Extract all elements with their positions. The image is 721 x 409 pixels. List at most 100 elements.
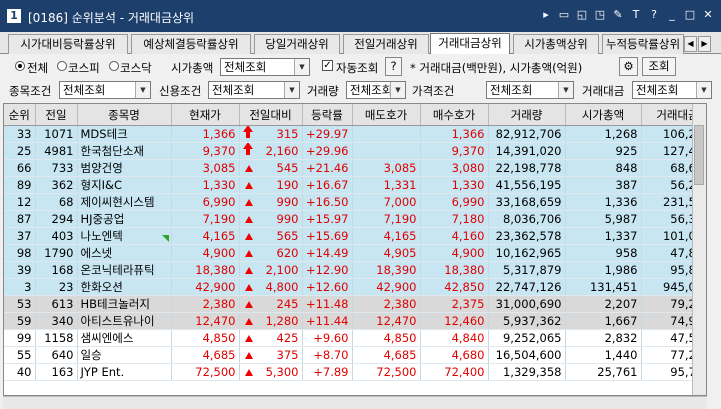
flag-marker <box>162 235 169 242</box>
title-bar: 1 [0186] 순위분석 - 거래대금상위 ▸ ▭ ◱ ◳ ✎ T? _ □ ✕ <box>0 0 721 32</box>
copy-icon[interactable]: ◱ <box>575 8 589 22</box>
change-value: 4,800 <box>265 280 299 294</box>
radio-all[interactable] <box>15 61 25 71</box>
table-row[interactable]: 59 340 아티스트유나이 12,470 1,280 +11.44 12,470 12,46… <box>4 312 706 330</box>
vertical-scrollbar[interactable] <box>692 104 706 395</box>
item-cond-label: 종목조건 <box>9 84 52 98</box>
table-row[interactable]: 37 403 나노엔텍 4,165 565 +15.69 4,165 4,160 23,362,… <box>4 227 706 245</box>
change-value: 190 <box>276 178 299 192</box>
item-cond-select[interactable]: 전체조회 ▼ <box>59 81 151 99</box>
table-row[interactable]: 87 294 HJ중공업 7,190 990 +15.97 7,190 7,180 8,036,… <box>4 210 706 228</box>
table-row[interactable]: 98 1790 에스넷 4,900 620 +14.49 4,905 4,900 10,162,… <box>4 244 706 262</box>
cell-volume: 1,329,358 <box>488 363 566 381</box>
radio-kospi[interactable] <box>57 61 67 71</box>
column-header[interactable]: 등락률 <box>302 104 353 126</box>
tab-1[interactable]: 예상체결등락률상위 <box>131 34 251 54</box>
cell-volume: 23,362,578 <box>488 227 566 245</box>
arrow-icon[interactable]: ▸ <box>539 8 553 22</box>
tab-2[interactable]: 당일거래상위 <box>254 34 340 54</box>
close-icon[interactable]: ✕ <box>701 8 715 22</box>
cell-name: 나노엔텍 <box>77 227 172 245</box>
cell-prev: 613 <box>35 295 78 313</box>
market-cap-label: 시가총액 <box>171 61 214 75</box>
cell-value: 18,380 <box>444 263 485 277</box>
horizontal-scrollbar[interactable] <box>3 396 707 409</box>
cell-rank: 66 <box>4 159 36 177</box>
help-button[interactable]: ? <box>385 57 402 76</box>
cell-change: 4,800 <box>239 278 303 296</box>
tab-next-icon[interactable]: ▶ <box>698 36 711 52</box>
column-header[interactable]: 매도호가 <box>352 104 421 126</box>
column-header[interactable]: 거래량 <box>488 104 566 126</box>
cell-value: 733 <box>51 161 74 175</box>
table-row[interactable]: 39 168 온코닉테라퓨틱 18,380 2,100 +12.90 18,390 18,38… <box>4 261 706 279</box>
table-row[interactable]: 40 163 JYP Ent. 72,500 5,300 +7.89 72,500 72,40… <box>4 363 706 381</box>
tab-prev-icon[interactable]: ◀ <box>684 36 697 52</box>
cell-price: 6,990 <box>171 193 240 211</box>
scroll-thumb[interactable] <box>694 125 704 185</box>
cell-value: +14.49 <box>305 246 349 260</box>
tab-6[interactable]: 누적등락률상위 <box>602 34 684 54</box>
table-row[interactable]: 3 23 한화오션 42,900 4,800 +12.60 42,900 42,850 22,7… <box>4 278 706 296</box>
tab-0[interactable]: 시가대비등락률상위 <box>8 34 128 54</box>
cell-change: 565 <box>239 227 303 245</box>
cell-bid: 72,400 <box>420 363 489 381</box>
settings-icon[interactable]: ⚙ <box>619 57 638 76</box>
help-icon[interactable]: ? <box>647 8 661 22</box>
table-row[interactable]: 53 613 HB테크놀러지 2,380 245 +11.48 2,380 2,375 31,0… <box>4 295 706 313</box>
market-cap-select[interactable]: 전체조회 ▼ <box>220 58 310 76</box>
pin-icon[interactable]: ✎ <box>611 8 625 22</box>
cell-change: 190 <box>239 176 303 194</box>
price-cond-select[interactable]: 전체조회 ▼ <box>486 81 574 99</box>
cell-value: 168 <box>51 263 74 277</box>
triangle-up-icon <box>244 267 253 274</box>
column-header[interactable]: 종목명 <box>77 104 172 126</box>
cell-value: 22,747,126 <box>495 280 562 294</box>
cell-value: 6,990 <box>451 195 485 209</box>
tab-4[interactable]: 거래대금상위 <box>430 33 510 54</box>
table-row[interactable]: 25 4981 한국첨단소재 9,370 2,160 +29.96 9,370 14,391,… <box>4 142 706 160</box>
title-icons: ▸ ▭ ◱ ◳ ✎ T? _ □ ✕ <box>539 8 715 22</box>
column-header[interactable]: 시가총액 <box>565 104 642 126</box>
cell-value: 23 <box>58 280 74 294</box>
column-header[interactable]: 현재가 <box>171 104 240 126</box>
column-header[interactable]: 전일대비 <box>239 104 303 126</box>
table-row[interactable]: 12 68 제이씨현시스템 6,990 990 +16.50 7,000 6,990 33,16… <box>4 193 706 211</box>
maximize-icon[interactable]: □ <box>683 8 697 22</box>
credit-cond-select[interactable]: 전체조회 ▼ <box>208 81 300 99</box>
font-icon[interactable]: T <box>629 8 643 22</box>
column-header[interactable]: 순위 <box>4 104 36 126</box>
cell-value: 4,685 <box>383 348 417 362</box>
chevron-down-icon: ▼ <box>558 82 573 98</box>
minimize-icon[interactable]: _ <box>665 8 679 22</box>
query-button[interactable]: 조회 <box>642 57 676 76</box>
cell-change: 315 <box>239 125 303 143</box>
table-row[interactable]: 55 640 일승 4,685 375 +8.70 4,685 4,680 16,504,600… <box>4 346 706 364</box>
volume-select[interactable]: 전체조회 ▼ <box>346 81 406 99</box>
cell-value: 99 <box>16 331 32 345</box>
radio-kosdaq[interactable] <box>109 61 119 71</box>
auto-query-checkbox[interactable]: ✓ <box>322 60 333 71</box>
cell-value: 640 <box>51 348 74 362</box>
column-header[interactable]: 전일 <box>35 104 78 126</box>
table-row[interactable]: 99 1158 샘씨엔에스 4,850 425 +9.60 4,850 4,840 9,252,… <box>4 329 706 347</box>
cell-value: 4,685 <box>202 348 236 362</box>
layout-icon[interactable]: ◳ <box>593 8 607 22</box>
cell-value: 온코닉테라퓨틱 <box>80 263 155 277</box>
cell-volume: 8,036,706 <box>488 210 566 228</box>
cell-cap: 1,440 <box>565 346 642 364</box>
tab-3[interactable]: 전일거래상위 <box>343 34 429 54</box>
cell-value: 한화오션 <box>80 280 123 294</box>
cell-cap: 2,832 <box>565 329 642 347</box>
chevron-down-icon: ▼ <box>284 82 299 98</box>
amount-select[interactable]: 전체조회 ▼ <box>632 81 712 99</box>
cell-volume: 41,556,195 <box>488 176 566 194</box>
column-header[interactable]: 매수호가 <box>420 104 489 126</box>
table-row[interactable]: 66 733 범양건영 3,085 545 +21.46 3,085 3,080 22,198,… <box>4 159 706 177</box>
cell-rate: +12.90 <box>302 261 353 279</box>
window-icon[interactable]: ▭ <box>557 8 571 22</box>
filter-row-2: 종목조건 전체조회 ▼ 신용조건 전체조회 ▼ 거래량 전체조회 ▼ 가격조건 전체조… <box>0 79 721 101</box>
table-row[interactable]: 89 362 형지I&C 1,330 190 +16.67 1,331 1,330 41,556… <box>4 176 706 194</box>
table-row[interactable]: 33 1071 MDS테크 1,366 315 +29.97 1,366 82,912,706… <box>4 125 706 143</box>
tab-5[interactable]: 시가총액상위 <box>513 34 599 54</box>
